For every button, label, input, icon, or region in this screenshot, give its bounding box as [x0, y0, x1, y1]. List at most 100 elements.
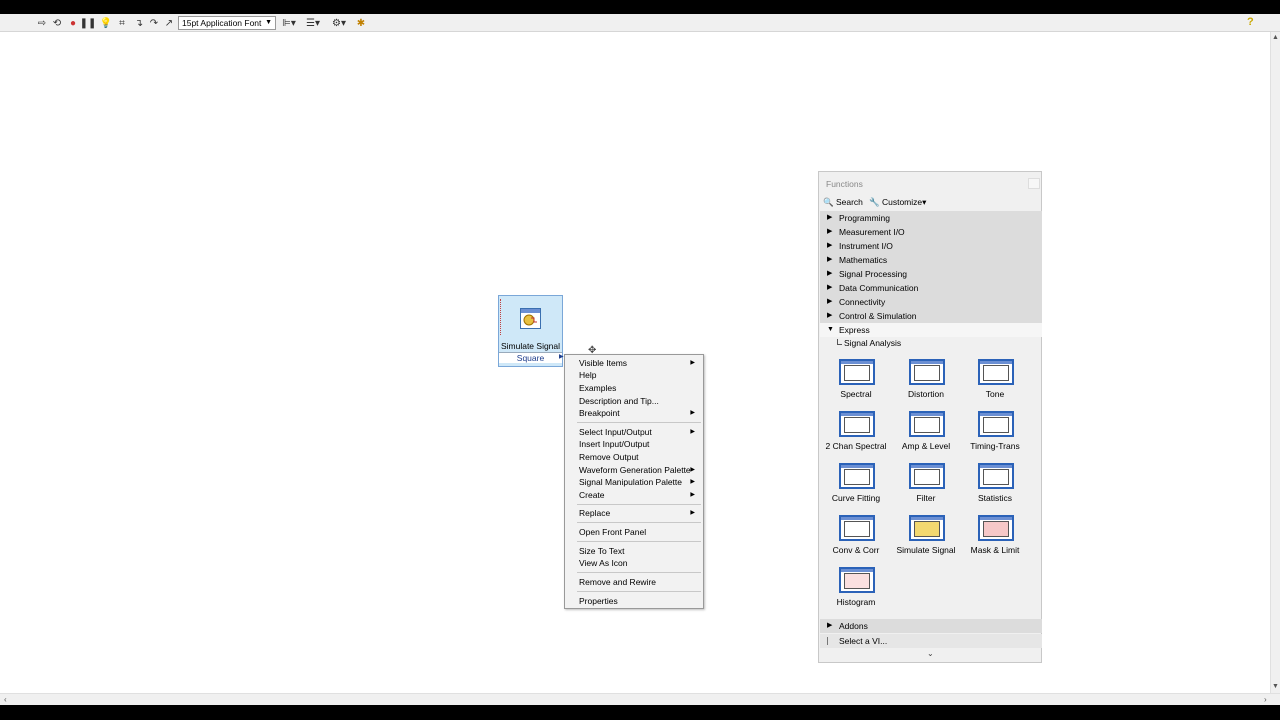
category-data-communication[interactable]: ▶ Data Communication [820, 281, 1042, 295]
select-a-vi-item[interactable]: Select a VI... [820, 634, 1042, 648]
menu-item-view-as-icon[interactable]: View As Icon [579, 557, 701, 569]
tile-conv-corr[interactable]: Conv & Corr [821, 515, 891, 563]
step-into-icon[interactable]: ↴ [133, 17, 145, 29]
scroll-down-icon[interactable]: ▼ [1272, 683, 1279, 690]
tile-label: Mask & Limit [970, 545, 1020, 555]
menu-item-breakpoint[interactable]: Breakpoint ▶ [579, 407, 701, 419]
category-control-simulation[interactable]: ▶ Control & Simulation [820, 309, 1042, 323]
cleanup-icon[interactable]: ✱ [354, 17, 368, 29]
simulate-signal-icon [909, 515, 945, 541]
menu-item-visible-items[interactable]: Visible Items ▶ [579, 357, 701, 369]
scroll-up-icon[interactable]: ▲ [1272, 34, 1279, 41]
tile-distortion[interactable]: Distortion [891, 359, 961, 407]
tone-icon [978, 359, 1014, 385]
distribute-icon[interactable]: ☰▾ [304, 17, 322, 29]
distortion-icon [909, 359, 945, 385]
menu-item-replace[interactable]: Replace ▶ [579, 507, 701, 519]
highlight-execution-icon[interactable]: 💡 [100, 17, 112, 29]
category-addons[interactable]: ▶ Addons [820, 619, 1042, 633]
vi-marker [827, 637, 828, 645]
category-connectivity[interactable]: ▶ Connectivity [820, 295, 1042, 309]
functions-palette: Functions 🔍 Search 🔧 Customize▾ ▶ Program… [818, 171, 1042, 663]
customize-label: Customize▾ [881, 197, 927, 207]
tile-amp-level[interactable]: Amp & Level [891, 411, 961, 459]
run-arrow-icon[interactable]: ⇨ [37, 17, 47, 29]
scroll-left-icon[interactable]: ‹ [4, 695, 7, 704]
scroll-right-icon[interactable]: › [1264, 695, 1267, 704]
retain-wire-values-icon[interactable]: ⌗ [116, 17, 128, 29]
tile-statistics[interactable]: Statistics [960, 463, 1030, 511]
menu-item-label: Select Input/Output [579, 427, 652, 437]
menu-item-description-and-tip[interactable]: Description and Tip... [579, 395, 701, 407]
two-chan-spectral-icon [839, 411, 875, 437]
menu-item-create[interactable]: Create ▶ [579, 489, 701, 501]
subcategory-signal-analysis[interactable]: Signal Analysis [837, 338, 901, 348]
tile-filter[interactable]: Filter [891, 463, 961, 511]
step-over-icon[interactable]: ↷ [148, 17, 160, 29]
toolbar: ⇨ ⟲ ● ❚❚ 💡 ⌗ ↴ ↷ ↗ 15pt Application Font… [0, 14, 1280, 32]
palette-close-button[interactable] [1028, 178, 1040, 189]
palette-search-button[interactable]: 🔍 Search [823, 197, 863, 208]
amp-level-icon [909, 411, 945, 437]
category-label: Express [839, 325, 870, 335]
category-label: Measurement I/O [839, 227, 905, 237]
category-signal-processing[interactable]: ▶ Signal Processing [820, 267, 1042, 281]
vertical-scrollbar[interactable]: ▲ ▼ [1270, 32, 1280, 693]
category-instrument-io[interactable]: ▶ Instrument I/O [820, 239, 1042, 253]
font-select-value: 15pt Application Font [182, 18, 262, 28]
search-icon: 🔍 [823, 197, 834, 207]
tile-timing-trans[interactable]: Timing-Trans [960, 411, 1030, 459]
simulate-signal-node[interactable]: Simulate Signal Square ▶ [498, 295, 564, 367]
menu-item-size-to-text[interactable]: Size To Text [579, 545, 701, 557]
menu-item-help[interactable]: Help [579, 369, 701, 381]
menu-item-properties[interactable]: Properties [579, 595, 701, 607]
step-out-icon[interactable]: ↗ [163, 17, 175, 29]
help-icon[interactable]: ? [1247, 16, 1259, 29]
menu-item-label: View As Icon [579, 558, 628, 568]
pause-icon[interactable]: ❚❚ [80, 17, 97, 29]
wrench-icon: 🔧 [869, 197, 880, 207]
menu-item-select-input-output[interactable]: Select Input/Output ▶ [579, 426, 701, 438]
tile-histogram[interactable]: Histogram [821, 567, 891, 615]
category-mathematics[interactable]: ▶ Mathematics [820, 253, 1042, 267]
tile-label: Simulate Signal [896, 545, 956, 555]
category-measurement-io[interactable]: ▶ Measurement I/O [820, 225, 1042, 239]
expand-arrow-icon: ▶ [827, 256, 833, 263]
menu-item-label: Waveform Generation Palette [579, 465, 691, 475]
menu-item-examples[interactable]: Examples [579, 382, 701, 394]
category-label: Data Communication [839, 283, 919, 293]
menu-separator [577, 572, 701, 573]
chevron-down-icon: ▼ [265, 19, 272, 26]
expand-arrow-icon: ▶ [827, 298, 833, 305]
menu-item-remove-output[interactable]: Remove Output [579, 451, 701, 463]
menu-item-waveform-generation-palette[interactable]: Waveform Generation Palette ▶ [579, 464, 701, 476]
tile-curve-fitting[interactable]: Curve Fitting [821, 463, 891, 511]
run-continuous-icon[interactable]: ⟲ [51, 17, 63, 29]
curve-fitting-icon [839, 463, 875, 489]
expand-palette-chevron-icon[interactable]: ⌄ [927, 649, 934, 658]
menu-item-open-front-panel[interactable]: Open Front Panel [579, 526, 701, 538]
category-express[interactable]: ▼ Express [820, 323, 1042, 337]
category-label: Programming [839, 213, 891, 223]
palette-customize-button[interactable]: 🔧 Customize▾ [869, 197, 926, 208]
font-select[interactable]: 15pt Application Font ▼ [178, 16, 276, 30]
reorder-icon[interactable]: ⚙▾ [330, 17, 348, 29]
menu-item-signal-manipulation-palette[interactable]: Signal Manipulation Palette ▶ [579, 476, 701, 488]
align-icon[interactable]: ⊫▾ [281, 17, 297, 29]
select-vi-label: Select a VI... [839, 636, 888, 646]
tile-mask-limit[interactable]: Mask & Limit [960, 515, 1030, 563]
abort-icon[interactable]: ● [67, 17, 79, 29]
tile-tone[interactable]: Tone [960, 359, 1030, 407]
tile-label: Statistics [977, 493, 1012, 503]
category-programming[interactable]: ▶ Programming [820, 211, 1042, 225]
menu-item-label: Replace [579, 508, 611, 518]
tile-simulate-signal[interactable]: Simulate Signal [891, 515, 961, 563]
node-output-terminal[interactable]: Square [499, 352, 562, 363]
horizontal-scrollbar[interactable]: ‹ › [0, 693, 1280, 705]
menu-item-remove-and-rewire[interactable]: Remove and Rewire [579, 576, 701, 588]
conv-corr-icon [839, 515, 875, 541]
menu-item-insert-input-output[interactable]: Insert Input/Output [579, 438, 701, 450]
title-bar [0, 0, 1280, 14]
tile-spectral[interactable]: Spectral [821, 359, 891, 407]
tile-2-chan-spectral[interactable]: 2 Chan Spectral [821, 411, 891, 459]
